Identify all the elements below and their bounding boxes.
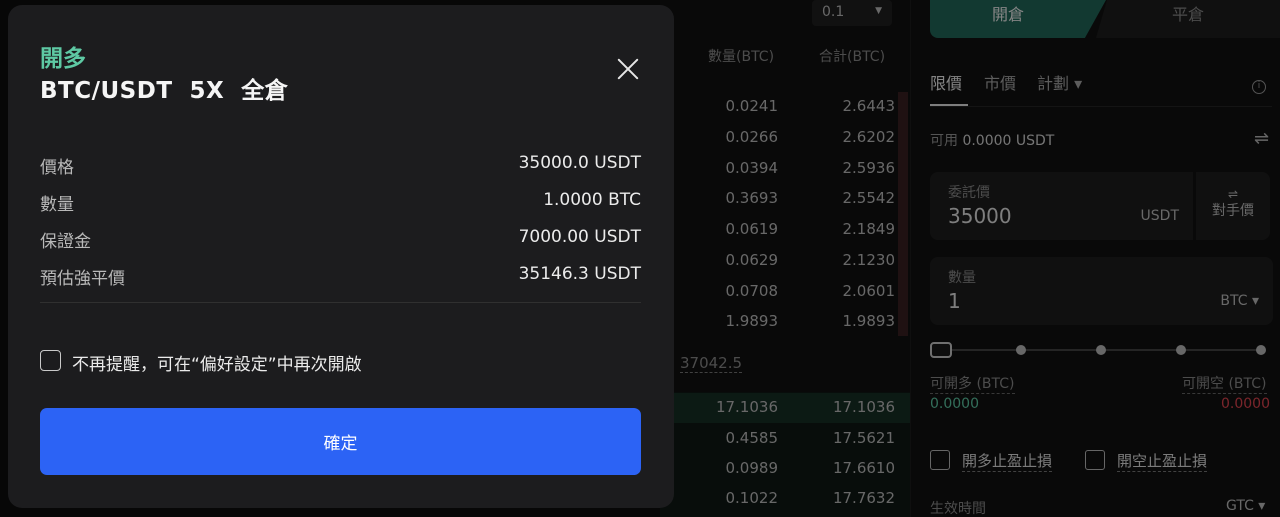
detail-value: 35000.0 USDT — [518, 153, 641, 173]
modal-side-title: 開多 — [40, 46, 86, 72]
detail-row-price: 價格 35000.0 USDT — [40, 153, 641, 179]
modal-subtitle: BTC/USDT 5X 全倉 — [40, 78, 289, 104]
detail-value: 1.0000 BTC — [543, 190, 641, 210]
detail-row-quantity: 數量 1.0000 BTC — [40, 190, 641, 216]
detail-value: 7000.00 USDT — [518, 227, 641, 247]
confirm-order-modal: 開多 BTC/USDT 5X 全倉 價格 35000.0 USDT 數量 1.0… — [8, 5, 674, 508]
detail-value: 35146.3 USDT — [518, 264, 641, 284]
close-icon[interactable] — [614, 55, 642, 83]
detail-row-liquidation-price: 預估強平價 35146.3 USDT — [40, 264, 641, 290]
detail-row-margin: 保證金 7000.00 USDT — [40, 227, 641, 253]
detail-key: 保證金 — [40, 232, 91, 252]
detail-key: 數量 — [40, 195, 74, 215]
dont-remind-label: 不再提醒，可在“偏好設定”中再次開啟 — [72, 355, 362, 375]
confirm-button[interactable]: 確定 — [40, 408, 641, 475]
detail-key: 預估強平價 — [40, 269, 125, 289]
dont-remind-checkbox[interactable] — [40, 350, 61, 371]
detail-key: 價格 — [40, 158, 74, 178]
modal-divider — [40, 302, 641, 303]
